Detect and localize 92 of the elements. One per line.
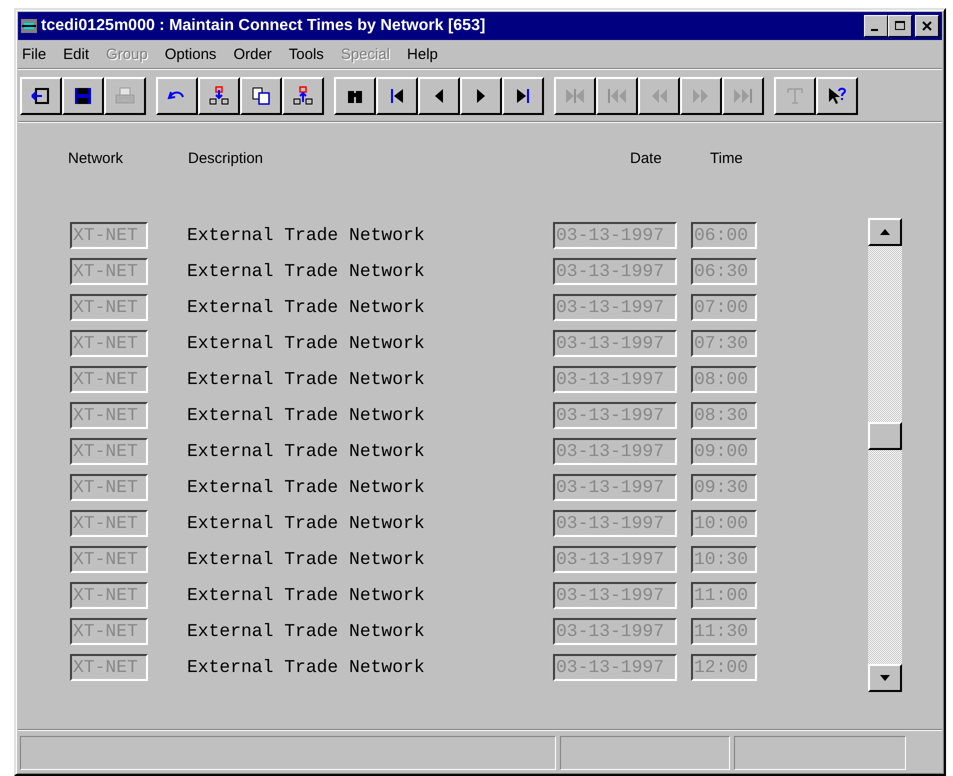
network-field[interactable]: XT-NET: [70, 258, 148, 285]
minimize-icon: [871, 29, 878, 31]
date-field[interactable]: 03-13-1997: [553, 474, 677, 501]
time-field[interactable]: 08:00: [691, 366, 757, 393]
tree-down-arrow-icon: [208, 85, 230, 107]
app-logo-icon: [21, 19, 37, 33]
time-field[interactable]: 06:00: [691, 222, 757, 249]
description-text: External Trade Network: [187, 586, 426, 606]
close-button[interactable]: [915, 15, 939, 37]
description-text: External Trade Network: [187, 370, 426, 390]
date-field[interactable]: 03-13-1997: [553, 402, 677, 429]
column-header: Date: [630, 150, 662, 167]
network-field[interactable]: XT-NET: [70, 366, 148, 393]
time-field[interactable]: 06:30: [691, 258, 757, 285]
column-header: Network: [68, 150, 124, 167]
maximize-button[interactable]: [888, 15, 912, 37]
date-field[interactable]: 03-13-1997: [553, 330, 677, 357]
menu-item[interactable]: Order: [233, 46, 272, 63]
up-arrow-icon: [880, 229, 890, 235]
skip-first-button[interactable]: [376, 77, 418, 115]
scroll-up-button[interactable]: [868, 218, 902, 246]
menu-item[interactable]: File: [22, 46, 46, 63]
time-field[interactable]: 11:30: [691, 618, 757, 645]
description-text: External Trade Network: [187, 550, 426, 570]
menu-item[interactable]: Options: [164, 46, 216, 63]
time-field[interactable]: 08:30: [691, 402, 757, 429]
time-field[interactable]: 09:30: [691, 474, 757, 501]
copy-pages-button[interactable]: [240, 77, 282, 115]
date-field[interactable]: 03-13-1997: [553, 582, 677, 609]
description-text: External Trade Network: [187, 658, 426, 678]
description-text: External Trade Network: [187, 298, 426, 318]
date-field[interactable]: 03-13-1997: [553, 294, 677, 321]
window-title: tcedi0125m000 : Maintain Connect Times by Network [653]: [41, 17, 486, 35]
left-triangle-button[interactable]: [418, 77, 460, 115]
help-pointer-icon: [826, 85, 848, 107]
copy-pages-icon: [250, 85, 272, 107]
network-field[interactable]: XT-NET: [70, 582, 148, 609]
description-text: External Trade Network: [187, 226, 426, 246]
time-field[interactable]: 07:30: [691, 330, 757, 357]
time-field[interactable]: 12:00: [691, 654, 757, 681]
undo-arrow-button[interactable]: [156, 77, 198, 115]
date-field[interactable]: 03-13-1997: [553, 510, 677, 537]
time-field[interactable]: 09:00: [691, 438, 757, 465]
tree-up-arrow-icon: [292, 85, 314, 107]
tree-up-arrow-button[interactable]: [282, 77, 324, 115]
date-field[interactable]: 03-13-1997: [553, 366, 677, 393]
exit-icon: [30, 85, 52, 107]
description-text: External Trade Network: [187, 334, 426, 354]
menu-item[interactable]: Tools: [288, 46, 324, 63]
description-text: External Trade Network: [187, 442, 426, 462]
menu-item[interactable]: Help: [407, 46, 438, 63]
network-field[interactable]: XT-NET: [70, 438, 148, 465]
close-icon: [922, 21, 932, 31]
exit-button[interactable]: [20, 77, 62, 115]
date-field[interactable]: 03-13-1997: [553, 438, 677, 465]
time-field[interactable]: 11:00: [691, 582, 757, 609]
network-field[interactable]: XT-NET: [70, 654, 148, 681]
menu-item[interactable]: Edit: [63, 46, 90, 63]
skip-last-button[interactable]: [502, 77, 544, 115]
maximize-icon: [895, 21, 905, 31]
help-pointer-button[interactable]: [816, 77, 858, 115]
network-field[interactable]: XT-NET: [70, 618, 148, 645]
scroll-down-button[interactable]: [868, 664, 902, 692]
network-field[interactable]: XT-NET: [70, 510, 148, 537]
minimize-button[interactable]: [864, 15, 888, 37]
description-text: External Trade Network: [187, 622, 426, 642]
vertical-scrollbar[interactable]: [868, 218, 902, 692]
down-arrow-icon: [880, 675, 890, 681]
description-text: External Trade Network: [187, 406, 426, 426]
date-field[interactable]: 03-13-1997: [553, 618, 677, 645]
right-triangle-button[interactable]: [460, 77, 502, 115]
network-field[interactable]: XT-NET: [70, 222, 148, 249]
network-field[interactable]: XT-NET: [70, 294, 148, 321]
network-field[interactable]: XT-NET: [70, 330, 148, 357]
column-header: Time: [710, 150, 743, 167]
date-field[interactable]: 03-13-1997: [553, 258, 677, 285]
date-field[interactable]: 03-13-1997: [553, 654, 677, 681]
date-field[interactable]: 03-13-1997: [553, 546, 677, 573]
time-field[interactable]: 10:30: [691, 546, 757, 573]
floppy-disk-button[interactable]: [62, 77, 104, 115]
network-field[interactable]: XT-NET: [70, 546, 148, 573]
description-text: External Trade Network: [187, 478, 426, 498]
network-field[interactable]: XT-NET: [70, 402, 148, 429]
scroll-thumb[interactable]: [868, 422, 902, 450]
time-field[interactable]: 10:00: [691, 510, 757, 537]
column-header: Description: [188, 150, 264, 167]
tree-down-arrow-button[interactable]: [198, 77, 240, 115]
time-field[interactable]: 07:00: [691, 294, 757, 321]
description-text: External Trade Network: [187, 514, 426, 534]
date-field[interactable]: 03-13-1997: [553, 222, 677, 249]
description-text: External Trade Network: [187, 262, 426, 282]
network-field[interactable]: XT-NET: [70, 474, 148, 501]
